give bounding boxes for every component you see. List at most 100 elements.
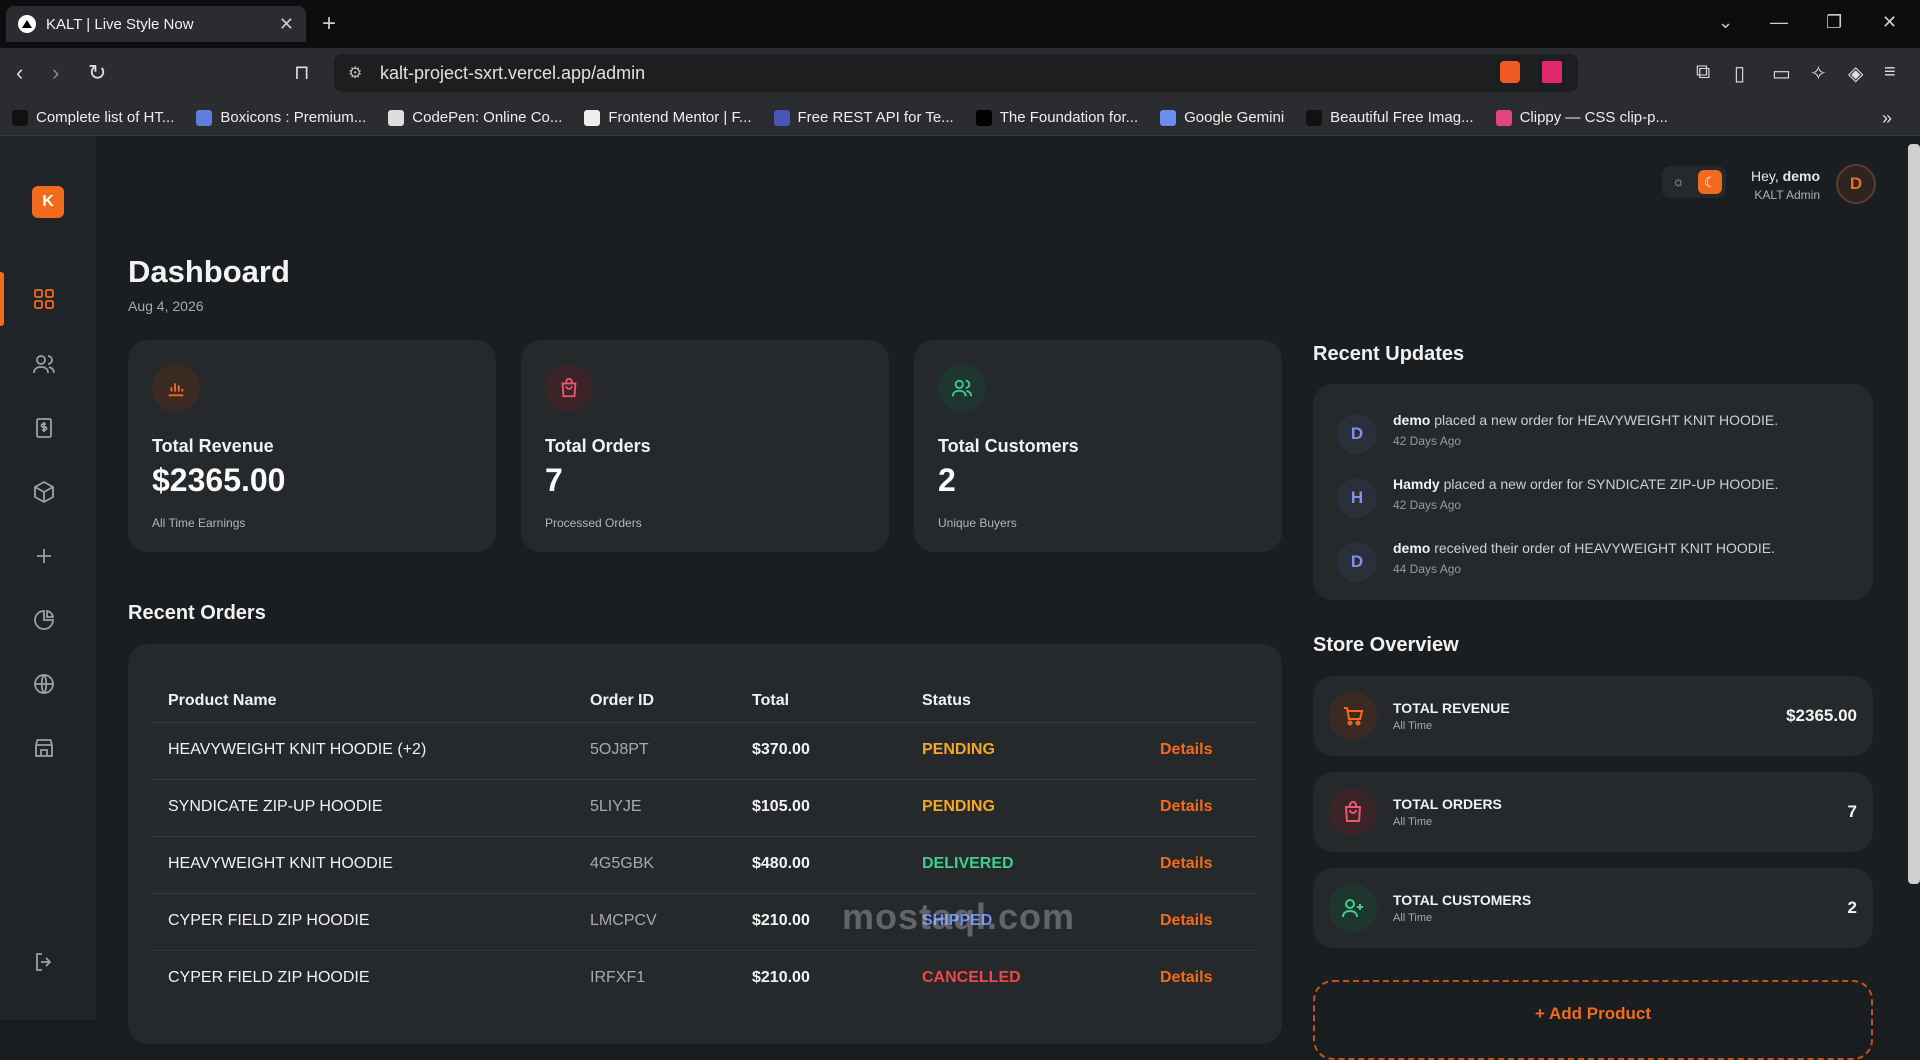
bar-chart-icon [152, 364, 200, 412]
reload-icon[interactable]: ↻ [88, 60, 106, 86]
plus-icon[interactable] [30, 542, 58, 570]
box-icon[interactable] [30, 478, 58, 506]
bookmark-favicon-icon [388, 109, 405, 126]
minimize-icon[interactable]: — [1770, 12, 1788, 33]
wallet-icon[interactable]: ▭ [1772, 61, 1791, 86]
update-text: placed a new order for SYNDICATE ZIP-UP … [1439, 476, 1779, 492]
table-row: HEAVYWEIGHT KNIT HOODIE 4G5GBK $480.00 DELI… [152, 836, 1258, 893]
update-user: demo [1393, 540, 1431, 556]
close-window-icon[interactable]: ✕ [1882, 12, 1897, 33]
shopping-bag-icon [1329, 788, 1377, 836]
bookmark-item[interactable]: Boxicons : Premium... [196, 109, 366, 126]
leo-ai-icon[interactable]: ✧ [1810, 61, 1827, 86]
bookmark-label: The Foundation for... [999, 109, 1139, 126]
browser-tab[interactable]: KALT | Live Style Now ✕ [6, 6, 306, 42]
col-header-product: Product Name [168, 692, 277, 709]
bookmark-item[interactable]: Clippy — CSS clip-p... [1495, 109, 1668, 126]
address-bar[interactable]: ⚙ kalt-project-sxrt.vercel.app/admin [334, 54, 1578, 92]
tab-search-icon[interactable]: ⌄ [1718, 12, 1733, 33]
details-link[interactable]: Details [1160, 855, 1212, 873]
forward-icon[interactable]: › [52, 60, 59, 86]
stat-label: Total Orders [545, 436, 651, 456]
update-time: 42 Days Ago [1393, 498, 1462, 512]
order-total: $210.00 [752, 969, 810, 986]
details-link[interactable]: Details [1160, 798, 1212, 816]
overview-title: TOTAL ORDERS [1393, 796, 1502, 812]
store-icon[interactable] [30, 734, 58, 762]
menu-icon[interactable]: ≡ [1884, 61, 1896, 84]
details-link[interactable]: Details [1160, 912, 1212, 930]
overview-value: 7 [1847, 802, 1857, 821]
avatar: H [1337, 478, 1377, 518]
update-user: demo [1393, 412, 1431, 428]
scrollbar[interactable] [1908, 144, 1920, 884]
update-item: H Hamdy placed a new order for SYNDICATE … [1337, 474, 1857, 526]
update-message: demo placed a new order for HEAVYWEIGHT … [1393, 412, 1778, 428]
bookmark-item[interactable]: Frontend Mentor | F... [584, 109, 752, 126]
order-id: LMCPCV [590, 912, 657, 929]
brave-shields-icon[interactable] [1500, 61, 1520, 83]
sidebar: K [0, 136, 96, 1020]
sun-icon[interactable]: ☼ [1672, 173, 1685, 189]
order-id: IRFXF1 [590, 969, 646, 986]
extensions-icon[interactable]: ⧉ [1696, 61, 1710, 84]
avatar: D [1337, 542, 1377, 582]
user-role: KALT Admin [1754, 188, 1820, 202]
stat-value: 7 [545, 462, 563, 498]
overview-sub: All Time [1393, 720, 1433, 732]
bookmark-item[interactable]: CodePen: Online Co... [388, 109, 562, 126]
avatar[interactable]: D [1836, 164, 1876, 204]
order-id: 5LIYJE [590, 798, 642, 815]
pie-chart-icon[interactable] [30, 606, 58, 634]
dashboard-icon[interactable] [30, 285, 58, 313]
brand-logo[interactable]: K [32, 186, 64, 218]
bookmarks-bar: Complete list of HT... Boxicons : Premium… [0, 100, 1920, 136]
status-badge: PENDING [922, 798, 995, 815]
bookmark-item[interactable]: Google Gemini [1160, 109, 1284, 126]
globe-icon[interactable] [30, 670, 58, 698]
watermark: mostaql.com [842, 896, 1076, 937]
bookmark-favicon-icon [1306, 109, 1323, 126]
bookmark-favicon-icon [12, 109, 28, 126]
site-info-icon[interactable]: ⚙ [348, 63, 362, 83]
receipt-icon[interactable] [30, 414, 58, 442]
update-time: 42 Days Ago [1393, 434, 1462, 448]
bookmark-label: Google Gemini [1184, 109, 1285, 126]
admin-app: K ☼ ☾ Hey, demo KALT Admin D Dashboard A… [0, 136, 1920, 1060]
add-product-button[interactable]: + Add Product [1313, 980, 1873, 1060]
back-icon[interactable]: ‹ [16, 60, 23, 86]
bookmark-icon[interactable]: ⊓ [294, 60, 310, 85]
order-id: 5OJ8PT [590, 741, 649, 758]
users-icon [938, 364, 986, 412]
restore-icon[interactable]: ❐ [1826, 12, 1842, 33]
details-link[interactable]: Details [1160, 741, 1212, 759]
overview-title: TOTAL REVENUE [1393, 700, 1510, 716]
bookmark-favicon-icon [975, 109, 992, 126]
more-bookmarks-icon[interactable]: » [1882, 108, 1892, 129]
col-header-status: Status [922, 692, 971, 709]
update-user: Hamdy [1393, 476, 1440, 492]
stat-label: Total Revenue [152, 436, 274, 456]
new-tab-icon[interactable]: + [322, 10, 336, 38]
status-badge: CANCELLED [922, 969, 1021, 986]
sidebar-toggle-icon[interactable]: ▯ [1734, 61, 1745, 86]
close-tab-icon[interactable]: ✕ [279, 14, 294, 35]
user-plus-icon [1329, 884, 1377, 932]
logout-icon[interactable] [30, 948, 58, 976]
users-icon[interactable] [30, 350, 58, 378]
bookmark-item[interactable]: Beautiful Free Imag... [1306, 109, 1474, 126]
bookmark-label: Complete list of HT... [36, 109, 175, 126]
stat-sub: All Time Earnings [152, 516, 246, 530]
details-link[interactable]: Details [1160, 969, 1212, 987]
order-id: 4G5GBK [590, 855, 655, 872]
page-date: Aug 4, 2026 [128, 298, 204, 314]
brave-rewards-icon[interactable] [1542, 61, 1562, 83]
bookmark-item[interactable]: Complete list of HT... [12, 109, 174, 126]
bookmark-item[interactable]: The Foundation for... [975, 109, 1139, 126]
browser-toolbar: ‹ › ↻ ⊓ ⚙ kalt-project-sxrt.vercel.app/a… [0, 48, 1920, 100]
bookmark-label: Beautiful Free Imag... [1330, 109, 1474, 126]
col-header-order-id: Order ID [590, 692, 655, 709]
table-row: HEAVYWEIGHT KNIT HOODIE (+2) 5OJ8PT $370.0… [152, 722, 1258, 779]
bookmark-item[interactable]: Free REST API for Te... [773, 109, 954, 126]
vpn-icon[interactable]: ◈ [1848, 61, 1863, 86]
